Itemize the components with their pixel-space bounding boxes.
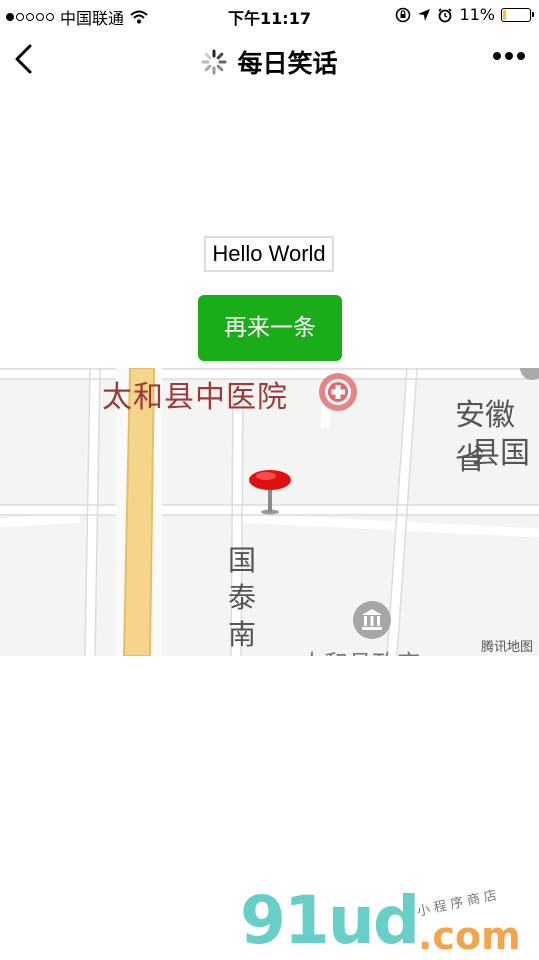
lock-rotation-icon [396,7,411,22]
map-label-road: 国 泰 南 路 [226,542,258,656]
page-title: 每日笑话 [237,49,338,78]
nav-title-group: 每日笑话 [0,44,539,80]
road-char: 路 [226,653,258,656]
road-char: 国 [227,544,256,577]
status-right: 11% [395,5,534,24]
spinner-icon [201,49,227,75]
status-bar: 中国联通 下午11:17 11% [0,0,539,30]
map-label-hospital: 太和县中医院 [102,380,288,415]
location-arrow-icon [418,8,431,21]
navigation-bar: 每日笑话 [0,30,539,90]
alarm-icon [438,7,453,22]
map-view[interactable]: 太和县中医院 安徽省 县国 国 泰 南 路 太和县政府 腾讯地图 [0,368,539,656]
next-joke-button[interactable]: 再来一条 [198,295,342,361]
map-label-anhui-2: 县国 [470,436,530,471]
watermark-domain: .com [418,914,521,958]
government-icon [353,601,391,639]
more-dots-icon[interactable] [493,52,525,60]
map-label-government: 太和县政府 [300,644,420,656]
hello-text-box: Hello World [204,236,334,272]
road-char: 南 [227,618,256,651]
map-provider-label: 腾讯地图 [480,640,533,655]
hospital-icon [319,373,357,411]
map-pin-icon[interactable] [247,468,293,516]
road-char: 泰 [227,581,256,614]
battery-level [503,9,506,20]
battery-icon [501,7,534,22]
battery-percent: 11% [459,5,495,24]
watermark-brand: 91ud [240,882,420,959]
watermark: 91ud 小程序商店 .com [238,882,538,960]
